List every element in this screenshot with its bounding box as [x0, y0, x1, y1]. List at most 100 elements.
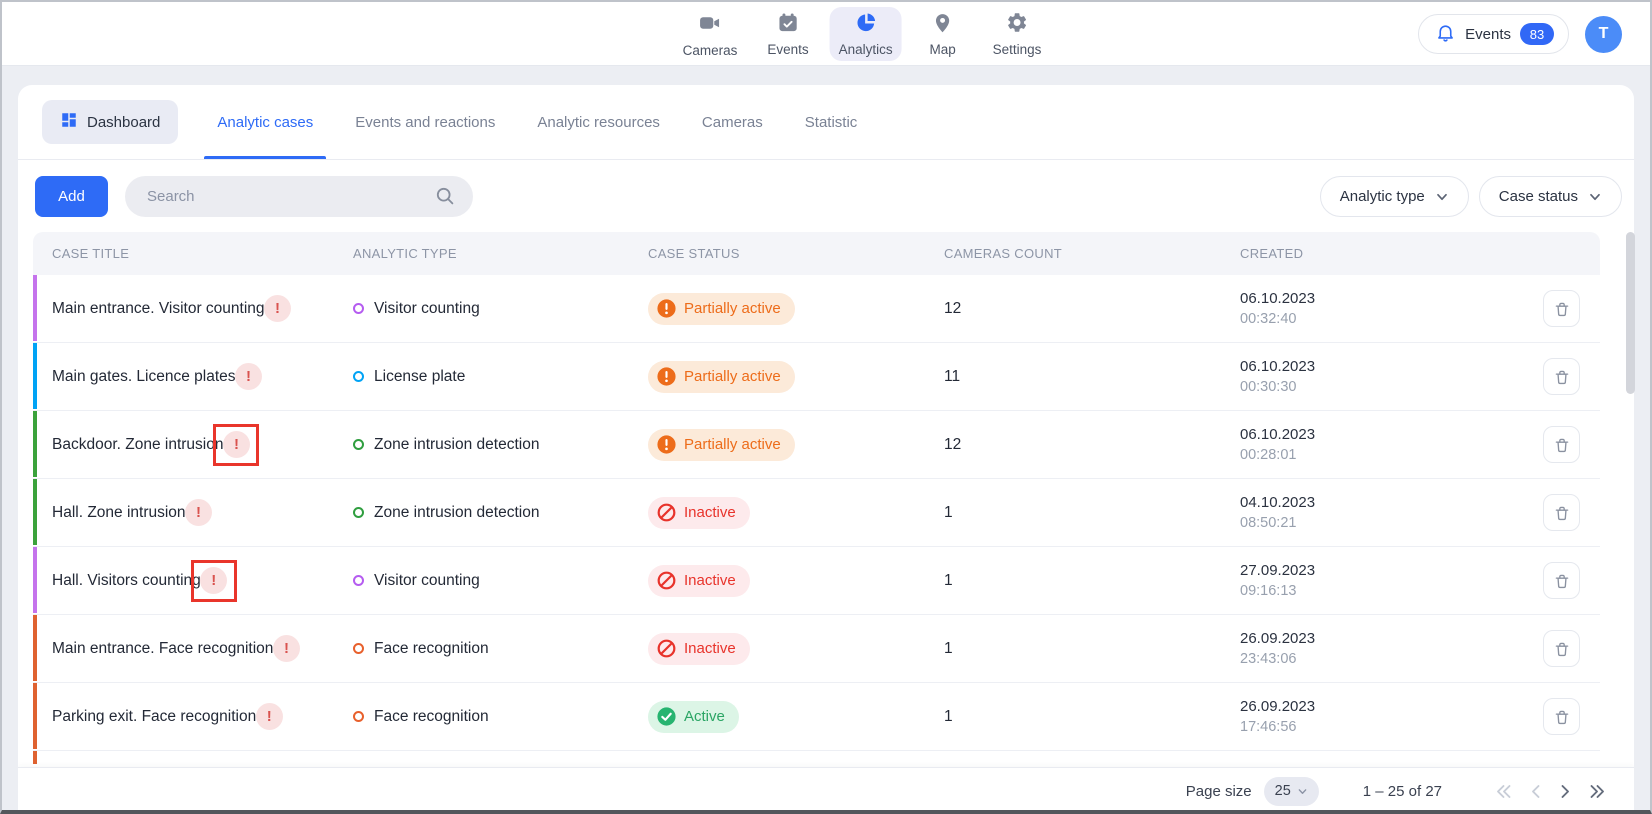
filter-dropdown-case-status[interactable]: Case status: [1479, 176, 1622, 217]
vertical-scrollbar[interactable]: [1626, 232, 1635, 394]
table-row[interactable]: Hall. Visitors counting ! Visitor counti…: [33, 547, 1600, 615]
table-row[interactable]: Backdoor. Zone intrusion ! Zone intrusio…: [33, 411, 1600, 479]
map-pin-icon: [932, 12, 954, 39]
search-icon: [435, 186, 455, 211]
avatar[interactable]: T: [1585, 16, 1622, 53]
column-header: CASE TITLE: [33, 246, 353, 261]
case-title: Backdoor. Zone intrusion: [52, 436, 223, 454]
filter-dropdown-analytic-type[interactable]: Analytic type: [1320, 176, 1469, 217]
row-accent-bar: [33, 547, 37, 613]
filter-group: Analytic type Case status: [1310, 176, 1622, 217]
analytic-cases-table: CASE TITLEANALYTIC TYPECASE STATUSCAMERA…: [33, 232, 1600, 765]
search-box: [125, 176, 473, 217]
tab-cameras[interactable]: Cameras: [681, 85, 784, 159]
nav-item-cameras[interactable]: Cameras: [674, 7, 747, 61]
analytic-type-icon: [353, 371, 364, 382]
delete-button[interactable]: [1543, 494, 1580, 531]
cameras-count: 1: [944, 640, 953, 658]
nav-item-analytics[interactable]: Analytics: [830, 7, 902, 61]
delete-button[interactable]: [1543, 698, 1580, 735]
dashboard-grid-icon: [60, 111, 78, 134]
column-header: CAMERAS COUNT: [920, 246, 1240, 261]
delete-button[interactable]: [1543, 630, 1580, 667]
add-button[interactable]: Add: [35, 176, 108, 217]
cameras-count: 12: [944, 436, 961, 454]
status-label: Partially active: [684, 300, 781, 317]
filter-label: Analytic type: [1340, 188, 1425, 205]
topbar-right-group: Events 83 T: [1418, 2, 1622, 66]
delete-button[interactable]: [1543, 562, 1580, 599]
first-page-button[interactable]: [1494, 783, 1513, 800]
chevron-down-icon: [1297, 786, 1308, 797]
alert-highlight-box: !: [226, 356, 272, 398]
status-badge: Partially active: [648, 293, 795, 325]
check-circle-icon: [657, 707, 676, 726]
status-badge: Inactive: [648, 497, 750, 529]
tab-events-and-reactions[interactable]: Events and reactions: [334, 85, 516, 159]
cameras-count: 11: [944, 368, 960, 386]
events-notifications-button[interactable]: Events 83: [1418, 14, 1569, 54]
created-date: 06.10.2023: [1240, 288, 1450, 309]
cameras-count: 1: [944, 572, 953, 590]
case-title: Hall. Zone intrusion: [52, 504, 186, 522]
camera-icon: [698, 11, 722, 40]
delete-button[interactable]: [1543, 358, 1580, 395]
prev-page-button[interactable]: [1530, 783, 1542, 800]
tab-statistic[interactable]: Statistic: [784, 85, 879, 159]
analytic-type-icon: [353, 439, 364, 450]
next-page-button[interactable]: [1559, 783, 1571, 800]
created-date: 26.09.2023: [1240, 696, 1450, 717]
status-label: Active: [684, 708, 725, 725]
table-header: CASE TITLEANALYTIC TYPECASE STATUSCAMERA…: [33, 232, 1600, 275]
alert-highlight-box: !: [263, 628, 309, 670]
created-time: 17:46:56: [1240, 717, 1450, 738]
nav-item-label: Events: [767, 42, 808, 57]
exclamation-circle-icon: [657, 435, 676, 454]
block-icon: [657, 571, 676, 590]
column-header: CREATED: [1240, 246, 1450, 261]
table-row[interactable]: Parking exit. Face recognition ! Face re…: [33, 683, 1600, 751]
trash-icon: [1553, 708, 1571, 726]
alert-icon: !: [273, 635, 300, 662]
status-badge: Partially active: [648, 361, 795, 393]
last-page-button[interactable]: [1588, 783, 1607, 800]
table-row[interactable]: Main entrance. Visitor counting ! Visito…: [33, 275, 1600, 343]
alert-icon: !: [200, 567, 227, 594]
created-date: 06.10.2023: [1240, 356, 1450, 377]
alert-highlight-box: !: [213, 424, 259, 466]
nav-item-map[interactable]: Map: [914, 7, 972, 61]
tab-dashboard[interactable]: Dashboard: [42, 100, 178, 144]
status-badge: Active: [648, 701, 739, 733]
status-label: Inactive: [684, 640, 736, 657]
case-title: Main entrance. Face recognition: [52, 640, 273, 658]
table-row[interactable]: Main entrance. Face recognition ! Face r…: [33, 615, 1600, 683]
trash-icon: [1553, 368, 1571, 386]
alert-icon: !: [264, 295, 291, 322]
search-input[interactable]: [125, 176, 473, 217]
column-header: CASE STATUS: [648, 246, 920, 261]
table-row[interactable]: Main gates. Licence plates ! License pla…: [33, 343, 1600, 411]
table-row[interactable]: Hall. Zone intrusion ! Zone intrusion de…: [33, 479, 1600, 547]
case-title: Main entrance. Visitor counting: [52, 300, 265, 318]
delete-button[interactable]: [1543, 426, 1580, 463]
chevron-down-icon: [1588, 190, 1602, 204]
filter-label: Case status: [1499, 188, 1578, 205]
nav-item-settings[interactable]: Settings: [984, 7, 1051, 61]
tab-analytic-cases[interactable]: Analytic cases: [196, 85, 334, 159]
nav-item-label: Analytics: [839, 42, 893, 57]
tab-analytic-resources[interactable]: Analytic resources: [516, 85, 681, 159]
alert-highlight-box: !: [255, 288, 301, 330]
analytic-type-icon: [353, 507, 364, 518]
status-badge: Inactive: [648, 633, 750, 665]
tab-label: Events and reactions: [355, 114, 495, 131]
gear-icon: [1006, 11, 1029, 39]
created-date: 06.10.2023: [1240, 424, 1450, 445]
delete-button[interactable]: [1543, 290, 1580, 327]
analytic-type-label: License plate: [374, 368, 465, 386]
main-navigation: Cameras Events Analytics Map Settings: [674, 2, 1051, 66]
nav-item-events[interactable]: Events: [758, 7, 817, 61]
created-time: 23:43:06: [1240, 649, 1450, 670]
analytic-type-icon: [353, 711, 364, 722]
page-size-select[interactable]: 25: [1264, 777, 1319, 806]
row-accent-bar: [33, 479, 37, 545]
